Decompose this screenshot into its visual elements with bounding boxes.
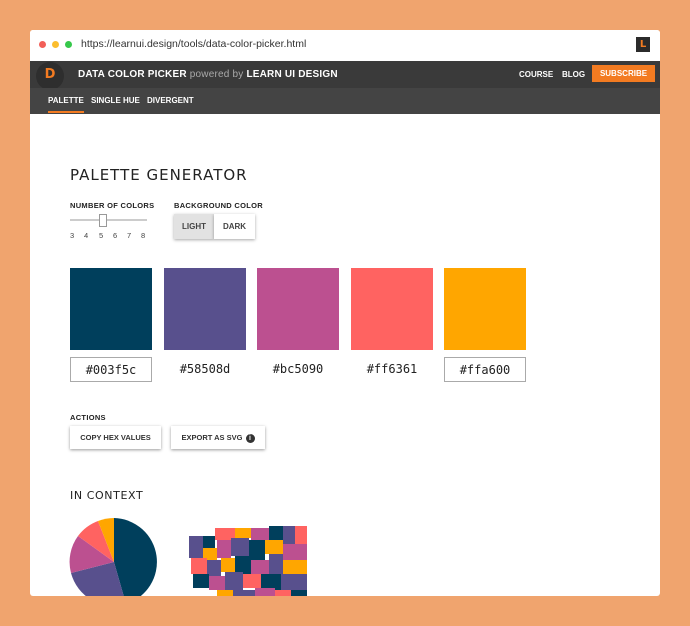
map-region bbox=[281, 574, 307, 590]
number-of-colors-slider-thumb[interactable] bbox=[99, 214, 107, 227]
color-swatch[interactable] bbox=[444, 268, 526, 350]
powered-by-text: powered by bbox=[189, 69, 244, 80]
copy-hex-values-label: COPY HEX VALUES bbox=[80, 433, 151, 442]
close-window-button[interactable] bbox=[39, 41, 46, 48]
washington-map-icon bbox=[189, 526, 307, 596]
slider-tick-4: 4 bbox=[84, 231, 89, 240]
color-swatch[interactable] bbox=[70, 268, 152, 350]
nav-blog[interactable]: BLOG bbox=[562, 70, 585, 79]
map-region bbox=[231, 538, 249, 556]
map-region bbox=[217, 590, 233, 596]
map-region bbox=[275, 590, 291, 596]
tab-single-hue[interactable]: SINGLE HUE bbox=[91, 96, 140, 105]
map-region bbox=[283, 560, 307, 574]
background-color-label: BACKGROUND COLOR bbox=[174, 201, 263, 210]
map-region bbox=[249, 540, 265, 560]
map-region bbox=[269, 526, 283, 540]
browser-window: https://learnui.design/tools/data-color-… bbox=[30, 30, 660, 596]
copy-hex-values-button[interactable]: COPY HEX VALUES bbox=[70, 426, 161, 449]
hex-input[interactable]: #ffa600 bbox=[444, 357, 526, 382]
map-region bbox=[235, 528, 251, 538]
map-region bbox=[291, 590, 307, 596]
background-light-button[interactable]: LIGHT bbox=[174, 214, 214, 239]
color-swatch[interactable] bbox=[351, 268, 433, 350]
logo-icon[interactable]: D bbox=[36, 62, 64, 90]
main-content: PALETTE GENERATOR NUMBER OF COLORS 3 4 5… bbox=[30, 114, 660, 596]
tab-divergent[interactable]: DIVERGENT bbox=[147, 96, 194, 105]
map-region bbox=[261, 574, 281, 590]
slider-tick-6: 6 bbox=[113, 231, 118, 240]
map-region bbox=[221, 558, 235, 572]
nav-course[interactable]: COURSE bbox=[519, 70, 553, 79]
map-region bbox=[251, 560, 269, 574]
map-region bbox=[243, 574, 261, 588]
context-map bbox=[189, 526, 307, 596]
color-swatch[interactable] bbox=[257, 268, 339, 350]
page-title: PALETTE GENERATOR bbox=[70, 166, 248, 184]
site-brand[interactable]: DATA COLOR PICKER powered by LEARN UI DE… bbox=[78, 69, 338, 80]
hex-input[interactable]: #ff6361 bbox=[351, 357, 433, 382]
tool-tabs: PALETTE SINGLE HUE DIVERGENT bbox=[30, 88, 660, 114]
browser-toolbar: https://learnui.design/tools/data-color-… bbox=[30, 30, 660, 60]
slider-tick-3: 3 bbox=[70, 231, 75, 240]
map-region bbox=[235, 556, 251, 574]
map-region bbox=[283, 544, 307, 560]
maximize-window-button[interactable] bbox=[65, 41, 72, 48]
map-region bbox=[225, 572, 243, 590]
map-region bbox=[269, 554, 283, 574]
color-swatch[interactable] bbox=[164, 268, 246, 350]
pie-slice bbox=[114, 518, 157, 596]
map-region bbox=[233, 590, 255, 596]
export-svg-button[interactable]: EXPORT AS SVG i bbox=[171, 426, 265, 449]
brand-owner: LEARN UI DESIGN bbox=[246, 69, 338, 80]
map-region bbox=[189, 536, 203, 558]
address-bar[interactable]: https://learnui.design/tools/data-color-… bbox=[81, 38, 306, 50]
site-header: D DATA COLOR PICKER powered by LEARN UI … bbox=[30, 61, 660, 90]
info-icon[interactable]: i bbox=[245, 433, 255, 443]
map-region bbox=[191, 558, 207, 574]
map-region bbox=[209, 576, 225, 590]
slider-tick-5: 5 bbox=[99, 231, 104, 240]
number-of-colors-slider-track[interactable] bbox=[70, 219, 147, 221]
minimize-window-button[interactable] bbox=[52, 41, 59, 48]
number-of-colors-label: NUMBER OF COLORS bbox=[70, 201, 155, 210]
export-svg-label: EXPORT AS SVG bbox=[181, 433, 243, 442]
hex-input[interactable]: #58508d bbox=[164, 357, 246, 382]
slider-tick-8: 8 bbox=[141, 231, 146, 240]
background-dark-button[interactable]: DARK bbox=[214, 214, 255, 239]
map-region bbox=[265, 540, 283, 554]
subscribe-button[interactable]: SUBSCRIBE bbox=[592, 65, 655, 82]
map-region bbox=[255, 588, 275, 596]
hex-input[interactable]: #bc5090 bbox=[257, 357, 339, 382]
actions-label: ACTIONS bbox=[70, 413, 106, 422]
map-region bbox=[207, 560, 221, 576]
tab-palette[interactable]: PALETTE bbox=[48, 96, 84, 113]
map-region bbox=[203, 536, 215, 548]
brand-title: DATA COLOR PICKER bbox=[78, 69, 187, 80]
map-region bbox=[193, 574, 209, 588]
map-region bbox=[251, 528, 269, 540]
map-region bbox=[295, 526, 307, 546]
hex-input[interactable]: #003f5c bbox=[70, 357, 152, 382]
map-region bbox=[217, 540, 231, 558]
map-region bbox=[283, 526, 295, 544]
context-pie-chart bbox=[69, 518, 157, 596]
slider-tick-7: 7 bbox=[127, 231, 132, 240]
extension-icon[interactable]: L bbox=[636, 37, 650, 52]
in-context-title: IN CONTEXT bbox=[70, 489, 144, 502]
